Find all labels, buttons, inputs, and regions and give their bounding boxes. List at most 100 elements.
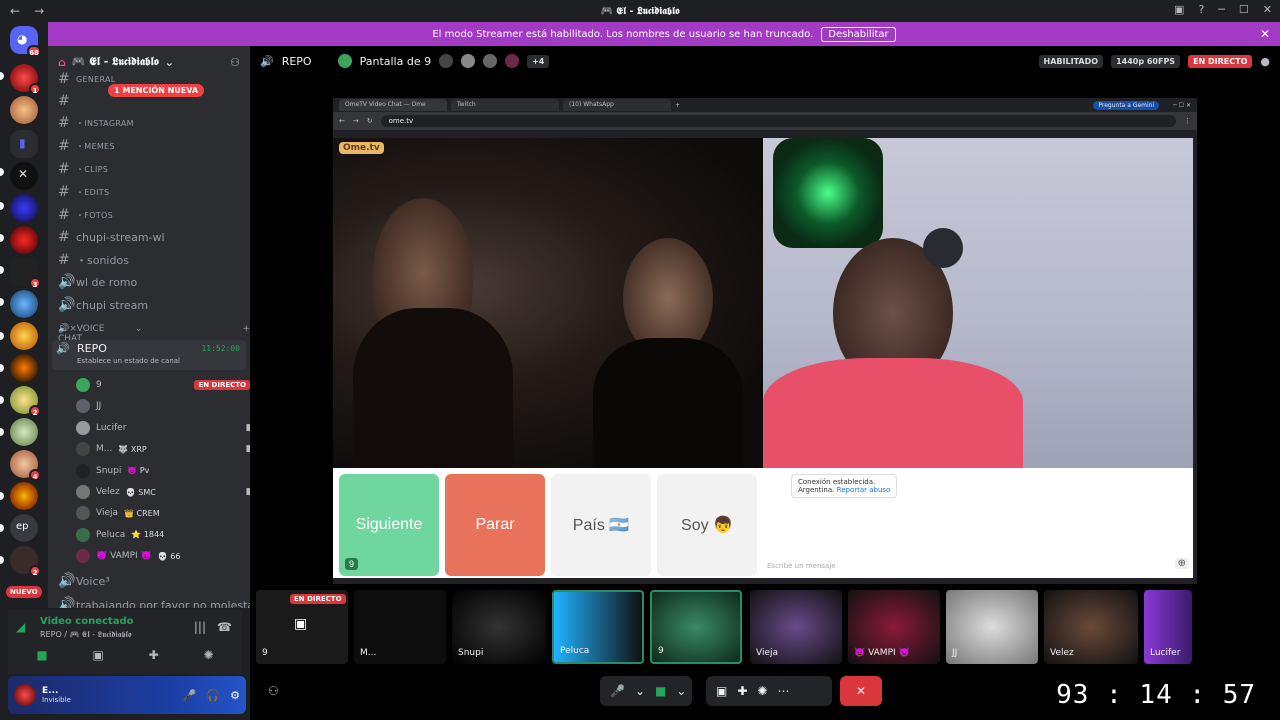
voice-member[interactable]: JJ bbox=[76, 397, 242, 415]
server-icon[interactable] bbox=[10, 418, 38, 446]
close-window-icon[interactable]: ✕ bbox=[1263, 3, 1272, 16]
channel-item[interactable]: # ・EDITS bbox=[58, 183, 109, 201]
server-icon[interactable]: 2 bbox=[10, 546, 41, 577]
disable-streamer-button[interactable]: Deshabilitar bbox=[821, 26, 896, 42]
leave-call-button[interactable]: ✕ bbox=[840, 676, 882, 706]
disconnect-icon[interactable]: ☎ bbox=[217, 620, 232, 634]
server-icon[interactable] bbox=[10, 194, 38, 222]
microphone-icon[interactable]: 🎤 bbox=[183, 689, 197, 702]
voice-member[interactable]: Vieja 👑 CREM bbox=[76, 504, 242, 522]
channel-item[interactable]: # GENERAL bbox=[58, 70, 116, 88]
participant-tile[interactable]: Lucifer bbox=[1144, 590, 1192, 664]
video-icon[interactable]: ■ bbox=[36, 648, 47, 662]
browser-tab[interactable]: (10) WhatsApp bbox=[563, 99, 671, 111]
channel-item[interactable]: # ・CLIPS bbox=[58, 160, 108, 178]
dm-home-icon[interactable]: ◕ 68 bbox=[10, 26, 41, 57]
voice-member[interactable]: Lucifer ■ bbox=[76, 419, 250, 437]
soundboard-icon[interactable]: ✺ bbox=[757, 684, 767, 698]
participant-tile[interactable]: JJ bbox=[946, 590, 1038, 664]
participant-tile[interactable]: Velez bbox=[1044, 590, 1138, 664]
server-icon[interactable] bbox=[10, 322, 38, 350]
signal-icon[interactable]: ◢ bbox=[16, 620, 25, 634]
maximize-icon[interactable]: ☐ bbox=[1239, 3, 1249, 16]
invite-icon[interactable]: ⚇ bbox=[268, 684, 279, 698]
server-icon[interactable] bbox=[10, 96, 38, 124]
chat-input[interactable]: Escribe un mensaje bbox=[767, 562, 836, 570]
reload-icon[interactable]: ↻ bbox=[367, 117, 373, 125]
channel-status[interactable]: Establece un estado de canal bbox=[77, 357, 180, 365]
server-icon[interactable]: 1 bbox=[10, 64, 41, 95]
voice-member[interactable]: Peluca ⭐ 1844 bbox=[76, 526, 242, 544]
minimize-icon[interactable]: ─ bbox=[1218, 3, 1225, 16]
voice-member[interactable]: Velez 💀 SMC ■ bbox=[76, 483, 250, 501]
screen-share-icon[interactable]: ▣ bbox=[716, 684, 727, 698]
screen-share-icon[interactable]: ▣ bbox=[93, 648, 104, 662]
participant-tile[interactable]: Peluca bbox=[552, 590, 644, 664]
activities-icon[interactable]: ✚ bbox=[737, 684, 747, 698]
channel-item[interactable]: # ・INSTAGRAM bbox=[58, 114, 134, 132]
server-icon[interactable] bbox=[10, 290, 38, 318]
camera-icon[interactable]: ■ bbox=[655, 684, 666, 698]
server-icon[interactable]: 4 bbox=[10, 450, 41, 481]
zoom-icon[interactable]: ⊕ bbox=[1174, 558, 1189, 569]
browser-tab[interactable]: OmeTV Video Chat — Ome bbox=[339, 99, 447, 111]
url-field[interactable]: ome.tv bbox=[380, 115, 1176, 127]
channel-item[interactable]: # ・MEMES bbox=[58, 137, 115, 155]
channel-item[interactable]: 🔊 wl de romo bbox=[58, 273, 137, 291]
connection-where[interactable]: REPO / 🎮 𝕰𝖑 - 𝕷𝖚𝖈𝖎𝖉𝖎𝖆𝖇𝖑𝖔 bbox=[40, 630, 132, 640]
participant-tile[interactable]: EN DIRECTO ▣ 9 bbox=[256, 590, 348, 664]
inbox-icon[interactable]: ▣ bbox=[1174, 3, 1184, 16]
chat-bubble-icon[interactable]: ● bbox=[1260, 55, 1270, 68]
chevron-down-icon[interactable]: ⌄ bbox=[676, 684, 686, 698]
more-options-icon[interactable]: ⋯ bbox=[777, 684, 789, 698]
close-banner-icon[interactable]: ✕ bbox=[1260, 27, 1270, 41]
server-icon[interactable] bbox=[10, 354, 38, 382]
participant-tile[interactable]: M... bbox=[354, 590, 446, 664]
server-icon[interactable] bbox=[10, 226, 38, 254]
server-icon[interactable]: ep bbox=[10, 514, 38, 542]
folder-icon[interactable]: ▮ bbox=[10, 130, 38, 158]
channel-item[interactable]: # ・FOTOS bbox=[58, 206, 113, 224]
participant-tile[interactable]: Vieja bbox=[750, 590, 842, 664]
gender-button[interactable]: Soy 👦 bbox=[657, 474, 757, 576]
gemini-button[interactable]: Pregunta a Gemini bbox=[1093, 100, 1160, 110]
microphone-icon[interactable]: 🎤 bbox=[610, 684, 625, 698]
voice-member[interactable]: 9 EN DIRECTO bbox=[76, 376, 250, 394]
server-icon[interactable]: 2 bbox=[10, 386, 41, 417]
channel-item[interactable]: # chupi-stream-wl bbox=[58, 228, 165, 246]
country-button[interactable]: País 🇦🇷 bbox=[551, 474, 651, 576]
next-button[interactable]: Siguiente 9 bbox=[339, 474, 439, 576]
back-icon[interactable]: ← bbox=[339, 117, 345, 125]
voice-member[interactable]: 👿 VAMPI 👿 💀 66 bbox=[76, 547, 242, 565]
settings-gear-icon[interactable]: ⚙ bbox=[230, 689, 240, 702]
add-member-icon[interactable]: ⚇ bbox=[230, 56, 240, 69]
channel-item[interactable]: 🔊 trabajando por favor no molestar bbox=[58, 596, 250, 608]
headphones-icon[interactable]: 🎧 bbox=[206, 689, 220, 702]
server-icon[interactable]: 3 bbox=[10, 258, 41, 289]
forward-icon[interactable]: → bbox=[353, 117, 359, 125]
chevron-down-icon[interactable]: ⌄ bbox=[635, 684, 645, 698]
participant-tile[interactable]: Snupi bbox=[452, 590, 546, 664]
server-icon[interactable] bbox=[10, 482, 38, 510]
voice-channel-repo[interactable]: 🔊 REPO 11:52:00 Establece un estado de c… bbox=[52, 340, 246, 370]
back-arrow-icon[interactable]: ← bbox=[10, 4, 20, 18]
avatar[interactable] bbox=[14, 684, 36, 706]
participant-tile[interactable]: 👿 VAMPI 👿 bbox=[848, 590, 940, 664]
channel-item[interactable]: 🔊 chupi stream bbox=[58, 296, 148, 314]
stop-button[interactable]: Parar bbox=[445, 474, 545, 576]
participant-tile[interactable]: 9 bbox=[650, 590, 742, 664]
soundboard-icon[interactable]: ✺ bbox=[204, 648, 214, 662]
help-icon[interactable]: ? bbox=[1198, 3, 1204, 16]
noise-icon[interactable]: ||| bbox=[194, 620, 206, 634]
channel-item[interactable]: 🔊 Voice³ bbox=[58, 572, 110, 590]
forward-arrow-icon[interactable]: → bbox=[34, 4, 44, 18]
report-abuse-link[interactable]: Reportar abuso bbox=[837, 486, 891, 494]
voice-member[interactable]: M... 🐺 XRP ■ bbox=[76, 440, 250, 458]
viewer-extra-count[interactable]: +4 bbox=[527, 54, 550, 68]
activities-icon[interactable]: ✚ bbox=[149, 648, 159, 662]
voice-member[interactable]: Snupi 👿 Pv bbox=[76, 462, 242, 480]
new-tab-icon[interactable]: + bbox=[675, 102, 680, 109]
browser-tab[interactable]: Twitch bbox=[451, 99, 559, 111]
channel-item[interactable]: # ・sonidos bbox=[58, 251, 129, 269]
server-icon[interactable]: ✕ bbox=[10, 162, 38, 190]
